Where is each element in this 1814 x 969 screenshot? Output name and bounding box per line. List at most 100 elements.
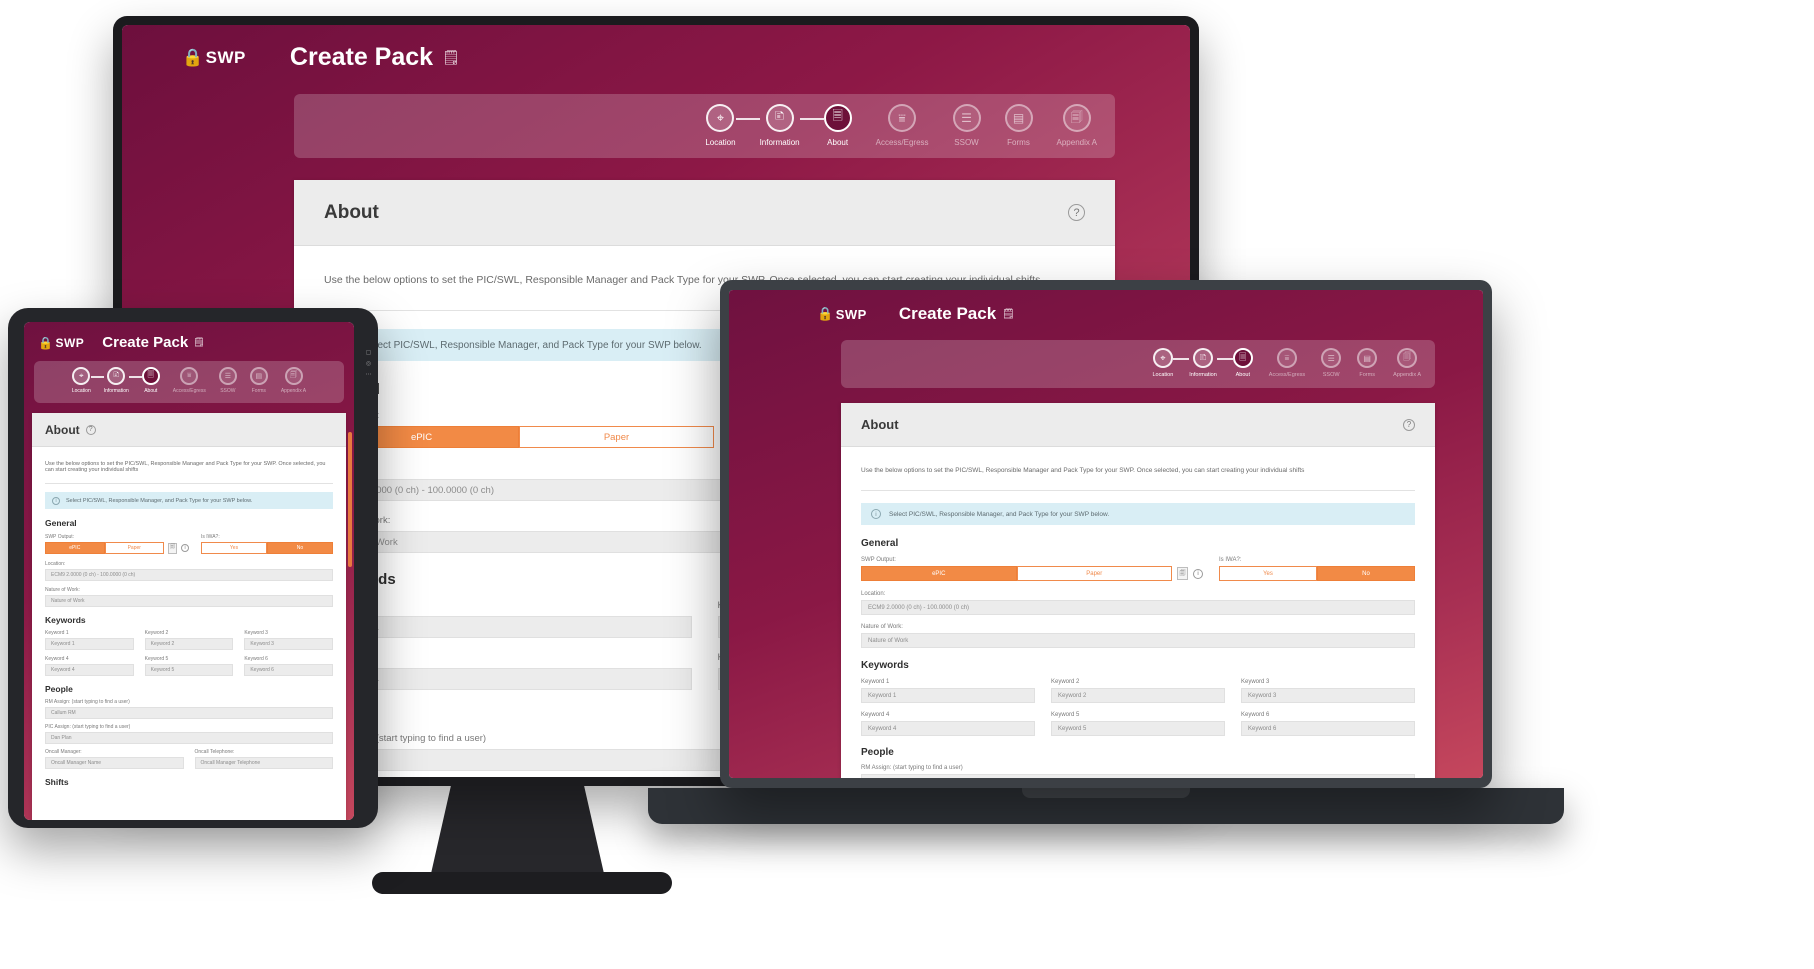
step-appendix-a[interactable]: 🗐 Appendix A [281,367,306,394]
copy-icon[interactable]: 🗐 [1177,567,1188,580]
step-label: Location [705,138,736,147]
step-connector [1216,358,1233,360]
is-iwa-yes-option[interactable]: Yes [1219,566,1317,581]
step-about[interactable]: 🗏 About [823,104,852,147]
keyword-input[interactable]: Keyword 1 [45,638,134,650]
step-forms[interactable]: ▤ Forms [249,367,268,394]
is-iwa-no-option[interactable]: No [1317,566,1415,581]
location-label: Location: [861,591,886,597]
step-forms[interactable]: ▤ Forms [1004,104,1033,147]
step-information[interactable]: 🗈 Information [760,104,800,147]
keyword-input[interactable]: Keyword 4 [861,721,1035,736]
step-location[interactable]: ⌖ Location [1152,348,1173,378]
keyword-input[interactable]: Keyword 6 [244,664,333,676]
card-header: About ? [294,180,1115,246]
question-mark-icon[interactable]: ? [85,424,96,435]
info-icon[interactable]: i [1193,568,1203,579]
keyword-input[interactable]: Keyword 2 [1051,688,1225,703]
swp-output-toggle[interactable]: ePIC Paper [861,566,1172,581]
keyword-input[interactable]: Keyword 6 [1241,721,1415,736]
swp-output-paper-option[interactable]: Paper [1016,566,1172,581]
keyword-label: Keyword 6 [244,656,268,662]
rm-assign-input[interactable]: Callum RM [861,774,1415,778]
step-label: SSOW [220,388,236,394]
step-connector [1341,358,1357,360]
keyword-input[interactable]: Keyword 5 [1051,721,1225,736]
intro-text: Use the below options to set the PIC/SWL… [45,461,326,473]
step-access-egress[interactable]: ⩸ Access/Egress [173,367,206,394]
step-label: Appendix A [1056,138,1097,147]
step-access-egress[interactable]: ⩸ Access/Egress [1269,348,1305,378]
swp-output-epic-option[interactable]: ePIC [861,566,1017,581]
swp-output-toggle[interactable]: ePIC Paper [324,426,714,448]
is-iwa-yes-option[interactable]: Yes [201,542,267,554]
keyword-input[interactable]: Keyword 4 [45,664,134,676]
info-icon[interactable]: i [181,544,189,552]
swp-logo[interactable]: 🔒 SWP [817,306,867,322]
swp-app-tablet: 🔒 SWP Create Pack 🗒 ⌖ Location 🗈 Informa… [24,322,354,820]
location-input[interactable]: ECM9 2.0000 (0 ch) - 100.0000 (0 ch) [45,569,333,581]
oncall-telephone-input[interactable]: Oncall Manager Telephone [194,757,333,769]
keyword-label: Keyword 6 [1241,712,1270,718]
is-iwa-no-option[interactable]: No [267,542,333,554]
step-ssow[interactable]: ☰ SSOW [218,367,237,394]
oncall-manager-input[interactable]: Oncall Manager Name [45,757,184,769]
keyword-field: Keyword 2 Keyword 2 [144,630,234,650]
location-input[interactable]: ECM9 2.0000 (0 ch) - 100.0000 (0 ch) [861,600,1415,615]
question-mark-icon[interactable]: ? [1068,204,1085,221]
question-mark-icon[interactable]: ? [1403,418,1415,431]
copy-icon[interactable]: 🗐 [168,542,177,554]
step-information[interactable]: 🗈 Information [104,367,129,394]
keyword-label: Keyword 4 [861,712,890,718]
card-title: About [324,201,379,223]
document-info-icon: 🗏 [1232,348,1253,368]
step-about[interactable]: 🗏 About [141,367,160,394]
swp-logo[interactable]: 🔒 SWP [38,336,84,350]
step-label: SSOW [1322,372,1340,378]
step-forms[interactable]: ▤ Forms [1357,348,1378,378]
step-appendix-a[interactable]: 🗐 Appendix A [1393,348,1421,378]
scrollbar-thumb[interactable] [348,432,352,567]
rm-assign-input[interactable]: Callum RM [45,707,333,719]
swp-output-toggle[interactable]: ePIC Paper [45,542,164,554]
keyword-label: Keyword 1 [324,600,692,611]
pic-assign-input[interactable]: Dan Plan [45,732,333,744]
info-icon: i [52,496,60,505]
pack-icon: 🗒 [193,337,205,347]
card-header: About ? [841,403,1435,447]
keyword-input[interactable]: Keyword 3 [1241,688,1415,703]
page-title: Create Pack [102,334,189,351]
nature-of-work-input[interactable]: Nature of Work [45,595,333,607]
step-access-egress[interactable]: ⩸ Access/Egress [876,104,929,147]
step-location[interactable]: ⌖ Location [705,104,736,147]
step-appendix-a[interactable]: 🗐 Appendix A [1057,104,1097,147]
step-location[interactable]: ⌖ Location [72,367,91,394]
keyword-input[interactable]: Keyword 2 [144,638,234,650]
keyword-input[interactable]: Keyword 5 [144,664,234,676]
step-about[interactable]: 🗏 About [1232,348,1253,378]
app-header-bar: 🔒 SWP Create Pack 🗒 [729,290,1483,324]
general-heading: General [861,538,899,549]
swp-output-paper-option[interactable]: Paper [519,426,714,448]
step-information[interactable]: 🗈 Information [1189,348,1217,378]
keyword-input[interactable]: Keyword 1 [861,688,1035,703]
nature-of-work-input[interactable]: Nature of Work [861,633,1415,648]
step-ssow[interactable]: ☰ SSOW [952,104,981,147]
app-header-bar: 🔒 SWP Create Pack 🗒 [24,322,354,351]
is-iwa-toggle[interactable]: Yes No [201,542,333,554]
is-iwa-toggle[interactable]: Yes No [1219,566,1415,581]
step-connector [1033,118,1057,120]
keyword-label: Keyword 3 [1241,679,1270,685]
keyword-input[interactable]: Keyword 4 [324,668,692,690]
swp-output-epic-option[interactable]: ePIC [45,542,105,554]
monitor-stand [430,770,605,878]
document-icon: 🗈 [765,104,794,132]
step-ssow[interactable]: ☰ SSOW [1321,348,1342,378]
brand-label: SWP [205,47,246,67]
step-label: Forms [251,388,266,394]
keyword-input[interactable]: Keyword 1 [324,616,692,638]
keyword-input[interactable]: Keyword 3 [244,638,333,650]
stepper-steps: ⌖ Location 🗈 Information 🗏 About ⩸ Acces… [705,104,1097,147]
swp-output-paper-option[interactable]: Paper [104,542,164,554]
swp-logo[interactable]: 🔒 SWP [182,48,246,68]
